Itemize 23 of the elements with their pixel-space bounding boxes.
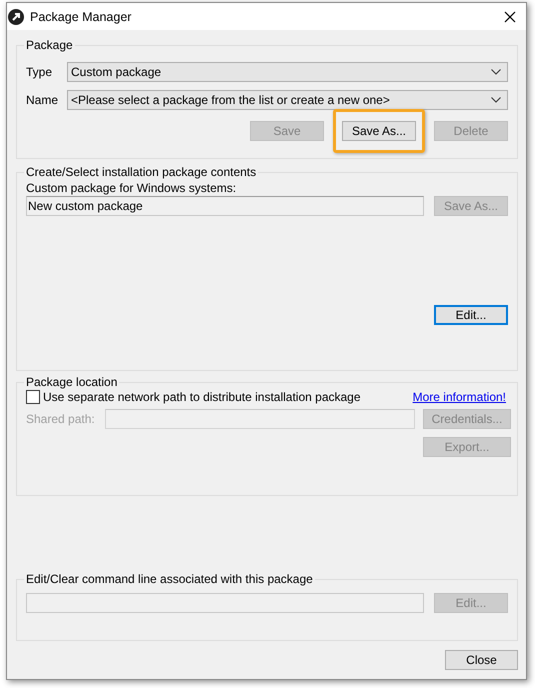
edit-button[interactable]: Edit... (434, 305, 508, 325)
close-button[interactable]: Close (445, 650, 518, 670)
package-name-field[interactable]: New custom package (26, 196, 424, 216)
checkbox[interactable] (26, 390, 40, 404)
close-icon[interactable] (504, 10, 516, 22)
group-title: Package location (25, 375, 118, 389)
name-dropdown[interactable]: <Please select a package from the list or create a new one> (67, 90, 508, 110)
group-title: Edit/Clear command line associated with this package (25, 572, 314, 586)
shared-path-label: Shared path: (26, 411, 96, 426)
type-label: Type (26, 65, 54, 79)
group-title: Create/Select installation package contents (25, 165, 258, 179)
command-line-field[interactable] (26, 593, 424, 613)
more-information-link[interactable]: More information! (412, 390, 506, 404)
group-title: Package (25, 38, 74, 52)
shared-path-field[interactable] (105, 409, 415, 429)
type-dropdown[interactable]: Custom package (67, 62, 508, 82)
chevron-icon (491, 69, 501, 75)
name-label: Name (26, 93, 60, 107)
chevron-icon (491, 97, 501, 103)
checkbox-label: Use separate network path to distribute installation package (43, 390, 362, 404)
field-label: Custom package for Windows systems: (26, 181, 238, 195)
window-title: Package Manager (30, 10, 132, 24)
package-button[interactable]: Save As... (342, 121, 416, 141)
